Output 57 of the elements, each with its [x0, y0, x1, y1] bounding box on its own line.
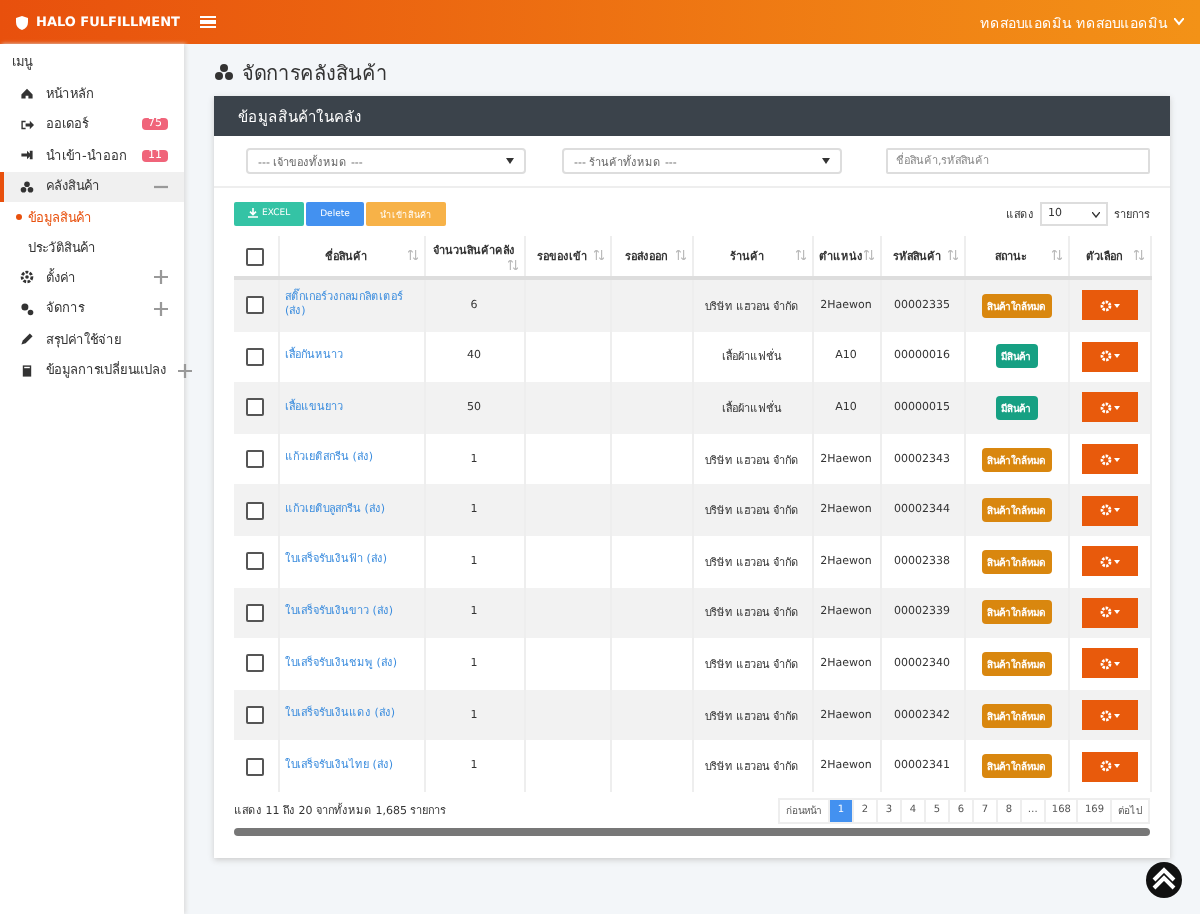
row-checkbox[interactable]	[246, 501, 265, 520]
options-button[interactable]	[1081, 597, 1137, 628]
sort-icon[interactable]	[1051, 250, 1061, 260]
sort-icon[interactable]	[863, 250, 873, 260]
row-checkbox[interactable]	[246, 603, 265, 622]
scrollbar[interactable]	[234, 827, 1150, 836]
row-checkbox[interactable]	[246, 296, 265, 315]
row-checkbox[interactable]	[246, 757, 265, 776]
pen-icon	[20, 332, 34, 347]
row-checkbox[interactable]	[246, 347, 265, 366]
options-button[interactable]	[1081, 648, 1137, 679]
book-icon	[20, 363, 34, 378]
gear-icon	[1099, 555, 1119, 568]
shield-icon	[16, 15, 28, 29]
row-checkbox[interactable]	[246, 552, 265, 571]
row-checkbox[interactable]	[246, 450, 265, 469]
select-all-checkbox[interactable]	[246, 247, 265, 265]
export-icon	[20, 117, 34, 132]
gear-icon	[1099, 453, 1119, 466]
sort-icon[interactable]	[795, 250, 805, 260]
sort-icon[interactable]	[507, 260, 517, 270]
caret-icon[interactable]	[822, 158, 830, 164]
row-checkbox[interactable]	[246, 398, 265, 417]
sort-icon[interactable]	[947, 250, 957, 260]
caret-icon[interactable]	[506, 158, 514, 164]
gear-icon	[1099, 760, 1119, 773]
download-icon	[248, 208, 258, 219]
gear-icon	[20, 270, 34, 285]
row-checkbox[interactable]	[246, 706, 265, 725]
gear-icon	[1099, 606, 1119, 619]
gear-icon	[1099, 350, 1119, 363]
scroll-top-icon[interactable]	[1146, 862, 1182, 898]
gear-icon	[1099, 504, 1119, 517]
options-button[interactable]	[1081, 341, 1137, 372]
menu-icon[interactable]	[199, 16, 216, 28]
row-checkbox[interactable]	[246, 654, 265, 673]
sort-icon[interactable]	[1133, 250, 1143, 260]
options-button[interactable]	[1081, 751, 1137, 782]
home-icon	[20, 86, 34, 101]
boxes-icon	[214, 62, 234, 82]
sort-icon[interactable]	[407, 250, 417, 260]
gear-icon	[1099, 709, 1119, 722]
sort-icon[interactable]	[675, 250, 685, 260]
boxes-icon	[20, 179, 34, 194]
options-button[interactable]	[1081, 700, 1137, 731]
caret-icon[interactable]	[1092, 211, 1100, 217]
gear-icon	[1099, 657, 1119, 670]
options-button[interactable]	[1081, 392, 1137, 423]
page-title: จัดการคลังสินค้า	[242, 61, 388, 87]
gear-icon	[1099, 401, 1119, 414]
options-button[interactable]	[1081, 546, 1137, 577]
sort-icon[interactable]	[593, 250, 603, 260]
options-button[interactable]	[1081, 444, 1137, 475]
options-button[interactable]	[1081, 290, 1137, 321]
options-button[interactable]	[1081, 495, 1137, 526]
import-icon	[20, 148, 34, 163]
gear-icon	[1099, 299, 1119, 312]
